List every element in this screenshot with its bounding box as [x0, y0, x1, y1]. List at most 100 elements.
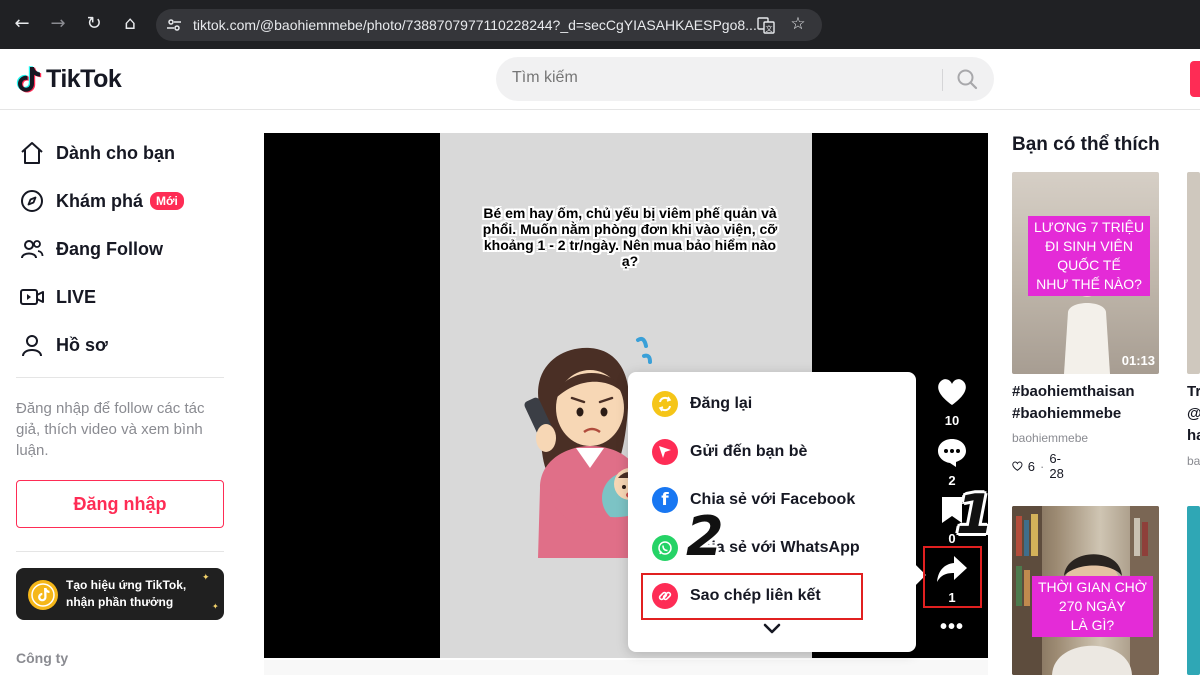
heart-outline-icon — [1012, 461, 1023, 471]
tiktok-header: TikTok — [0, 49, 1200, 110]
sidebar-item-label: Hồ sơ — [56, 334, 108, 355]
browser-toolbar: ← → ↻ ⌂ tiktok.com/@baohiemmebe/photo/73… — [0, 0, 1200, 49]
tiktok-logo[interactable]: TikTok — [16, 64, 122, 94]
send-icon — [652, 439, 678, 465]
like-button[interactable]: 10 — [932, 377, 972, 428]
like-count: 10 — [944, 413, 960, 428]
title-line: Tr — [1187, 383, 1200, 400]
effect-banner-line2: nhận phần thưởng — [66, 595, 174, 609]
video-duration: 01:13 — [1121, 353, 1155, 368]
more-options-icon[interactable]: ••• — [932, 616, 972, 639]
profile-icon — [18, 331, 46, 359]
sidebar-item-label: Dành cho bạn — [56, 142, 176, 163]
thumbnail-caption: LƯƠNG 7 TRIỆU ĐI SINH VIÊN QUỐC TẾ NHƯ T… — [1028, 216, 1151, 296]
repost-icon — [652, 391, 678, 417]
sidebar: Dành cho bạn Khám phá Mới Đang Follow LI… — [0, 110, 240, 675]
search-bar — [496, 57, 994, 101]
sparkle-icon: ✦ — [212, 602, 219, 611]
url-text: tiktok.com/@baohiemmebe/photo/7388707977… — [193, 17, 757, 33]
login-hint-text: Đăng nhập để follow các tác giả, thích v… — [16, 400, 205, 459]
login-button[interactable]: Đăng nhập — [16, 480, 224, 528]
video-author[interactable]: baohiemmebe — [1012, 431, 1088, 445]
back-icon[interactable]: ← — [10, 12, 34, 36]
sidebar-item-live[interactable]: LIVE — [18, 282, 96, 312]
comment-button[interactable]: 2 — [932, 437, 972, 488]
video-meta: 6 · 6-28 — [1012, 451, 1068, 481]
title-hashtag[interactable]: #baohiemmebe — [1012, 403, 1135, 425]
title-line: @ — [1187, 403, 1200, 425]
home-icon — [18, 139, 46, 167]
sparkle-icon: ✦ — [202, 572, 210, 582]
menu-item-label: Đăng lại — [690, 395, 753, 412]
whatsapp-icon — [652, 535, 678, 561]
reload-icon[interactable]: ↻ — [82, 12, 106, 36]
upload-button-edge[interactable] — [1190, 61, 1200, 97]
video-author[interactable]: ba — [1187, 454, 1200, 468]
post-date: 6-28 — [1049, 451, 1064, 481]
post-info-strip — [264, 660, 988, 675]
caption-line: QUỐC TẾ — [1057, 257, 1121, 273]
tiktok-note-icon — [16, 66, 42, 93]
site-info-icon[interactable] — [166, 17, 182, 33]
caption-line: ĐI SINH VIÊN — [1045, 238, 1133, 254]
suggestions-title: Bạn có thể thích — [1012, 134, 1160, 155]
menu-item-label: Gửi đến bạn bè — [690, 443, 808, 460]
copy-link-highlight — [641, 573, 863, 620]
coin-icon — [28, 580, 58, 610]
like-count: 6 — [1027, 458, 1035, 474]
caption-line: NHƯ THẾ NÀO? — [1036, 276, 1142, 292]
sidebar-item-label: Khám phá — [56, 190, 144, 211]
forward-icon[interactable]: → — [46, 12, 70, 36]
video-title[interactable]: Tr @ ha — [1187, 381, 1200, 447]
sidebar-item-following[interactable]: Đang Follow — [18, 234, 163, 264]
menu-item-repost[interactable]: Đăng lại — [652, 389, 752, 419]
menu-item-share-whatsapp[interactable]: Chia sẻ với WhatsApp — [652, 533, 860, 563]
search-divider — [942, 69, 943, 91]
video-thumbnail[interactable]: THỜI GIAN CHỜ 270 NGÀY LÀ GÌ? — [1012, 506, 1159, 675]
address-bar[interactable]: tiktok.com/@baohiemmebe/photo/7388707977… — [156, 9, 822, 41]
video-thumbnail[interactable]: LƯƠNG 7 TRIỆU ĐI SINH VIÊN QUỐC TẾ NHƯ T… — [1012, 172, 1159, 374]
title-line: ha — [1187, 427, 1200, 444]
sidebar-item-explore[interactable]: Khám phá Mới — [18, 186, 184, 216]
new-badge: Mới — [150, 192, 184, 210]
sidebar-divider — [16, 377, 224, 378]
svg-text:文: 文 — [766, 24, 773, 33]
sidebar-item-profile[interactable]: Hồ sơ — [18, 330, 108, 360]
video-thumbnail[interactable] — [1187, 172, 1200, 374]
comment-icon — [938, 439, 966, 467]
sidebar-item-label: LIVE — [56, 286, 97, 307]
facebook-icon: f — [652, 487, 678, 513]
caption-line: 270 NGÀY — [1058, 598, 1126, 614]
menu-item-share-facebook[interactable]: f Chia sẻ với Facebook — [652, 485, 855, 515]
chevron-down-icon[interactable] — [762, 622, 782, 636]
compass-icon — [18, 187, 46, 215]
menu-item-send-to-friends[interactable]: Gửi đến bạn bè — [652, 437, 807, 467]
effect-reward-banner[interactable]: Tạo hiệu ứng TikTok, nhận phần thưởng ✦ … — [16, 568, 224, 620]
search-icon[interactable] — [956, 68, 978, 90]
company-link[interactable]: Công ty — [16, 650, 68, 666]
sidebar-divider — [16, 551, 224, 552]
bookmark-star-icon[interactable]: ☆ — [788, 14, 808, 34]
video-thumbnail[interactable] — [1187, 506, 1200, 675]
following-icon — [18, 235, 46, 263]
step-number-2: 2 — [686, 505, 724, 568]
home-icon[interactable]: ⌂ — [118, 12, 142, 36]
live-icon — [18, 283, 46, 311]
search-input[interactable] — [512, 69, 932, 87]
translate-icon[interactable]: 文 — [756, 15, 776, 35]
step-number-1: 1 — [956, 483, 994, 546]
caption-line: THỜI GIAN CHỜ — [1038, 579, 1147, 595]
caption-line: LƯƠNG 7 TRIỆU — [1034, 219, 1145, 235]
meta-separator: · — [1040, 458, 1045, 474]
thumbnail-caption: THỜI GIAN CHỜ 270 NGÀY LÀ GÌ? — [1032, 576, 1153, 637]
sidebar-item-for-you[interactable]: Dành cho bạn — [18, 138, 175, 168]
title-hashtag[interactable]: #baohiemthaisan — [1012, 381, 1135, 403]
video-title[interactable]: #baohiemthaisan #baohiemmebe — [1012, 381, 1135, 425]
logo-text: TikTok — [46, 64, 122, 93]
effect-banner-text: Tạo hiệu ứng TikTok, nhận phần thưởng — [66, 577, 186, 611]
slide-caption-text: Bé em hay ốm, chủ yếu bị viêm phế quản v… — [482, 205, 778, 269]
share-button-highlight — [923, 546, 982, 608]
heart-icon — [938, 379, 966, 405]
sidebar-item-label: Đang Follow — [56, 238, 163, 259]
caption-line: LÀ GÌ? — [1070, 617, 1115, 633]
